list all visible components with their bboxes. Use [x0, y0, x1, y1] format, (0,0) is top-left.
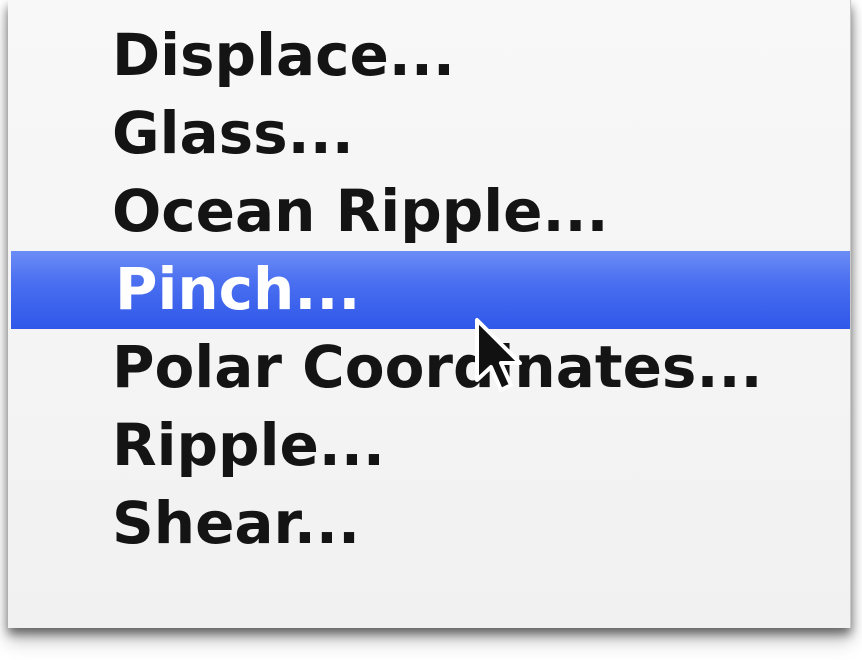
filter-submenu: Displace... Glass... Ocean Ripple... Pin…: [8, 0, 851, 628]
menu-item-pinch[interactable]: Pinch...: [11, 251, 850, 329]
screenshot-stage: Displace... Glass... Ocean Ripple... Pin…: [0, 0, 862, 660]
menu-item-polar-coordinates[interactable]: Polar Coordinates...: [8, 329, 850, 407]
menu-item-ripple[interactable]: Ripple...: [8, 407, 850, 485]
menu-item-displace[interactable]: Displace...: [8, 17, 850, 95]
menu-item-shear[interactable]: Shear...: [8, 485, 850, 563]
menu-item-glass[interactable]: Glass...: [8, 95, 850, 173]
menu-item-ocean-ripple[interactable]: Ocean Ripple...: [8, 173, 850, 251]
menu-list: Displace... Glass... Ocean Ripple... Pin…: [8, 17, 850, 563]
